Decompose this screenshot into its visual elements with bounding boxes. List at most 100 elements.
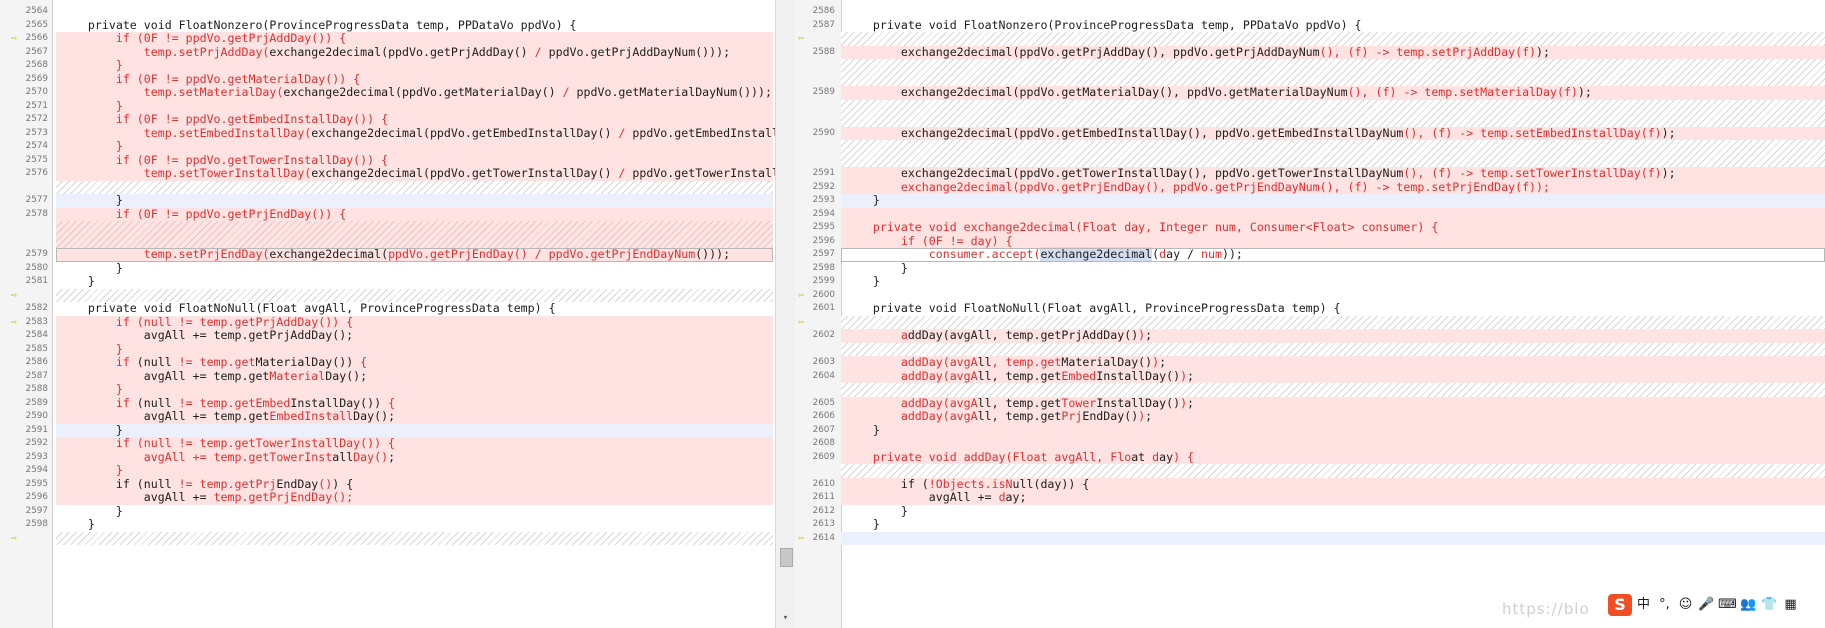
code-line[interactable]: temp.setPrjAddDay(exchange2decimal(ppdVo… — [56, 45, 773, 59]
code-line[interactable]: addDay(avgAll, temp.getEmbedInstallDay()… — [841, 369, 1825, 383]
line-number: 2572 — [25, 114, 48, 124]
code-line[interactable]: avgAll += temp.getMaterialDay(); — [56, 369, 773, 383]
code-line[interactable]: avgAll += temp.getTowerInstallDay(); — [56, 450, 773, 464]
code-line[interactable]: temp.setEmbedInstallDay(exchange2decimal… — [56, 126, 775, 140]
diff-arrow-icon[interactable]: ⇦ — [798, 31, 809, 47]
line-number: 2590 — [812, 127, 835, 138]
line-number: 2598 — [812, 262, 835, 273]
code-line[interactable] — [841, 437, 1825, 451]
code-line[interactable]: exchange2decimal(ppdVo.getPrjAddDay(), p… — [841, 45, 1825, 59]
code-line[interactable]: if (null != temp.getTowerInstallDay()) { — [56, 436, 773, 451]
code-line[interactable] — [841, 289, 1825, 303]
code-line[interactable]: exchange2decimal(ppdVo.getTowerInstallDa… — [841, 166, 1825, 181]
code-line[interactable]: } — [841, 261, 1825, 276]
code-line[interactable]: temp.setPrjEndDay(exchange2decimal(ppdVo… — [56, 247, 773, 262]
code-line[interactable]: } — [841, 193, 1825, 208]
code-line[interactable]: if (null != temp.getPrjEndDay()) { — [56, 477, 773, 491]
right-diff-pane[interactable]: 2586 2587 ⇦ 2588 2589 2590 2591 2592 2593 2594 259… — [795, 0, 1825, 628]
code-line[interactable] — [56, 5, 773, 19]
code-line[interactable]: private void FloatNoNull(Float avgAll, P… — [56, 301, 773, 316]
line-number: 2594 — [812, 208, 835, 219]
code-line[interactable]: if (null != temp.getPrjAddDay()) { — [56, 315, 773, 329]
code-line[interactable]: private void FloatNoNull(Float avgAll, P… — [841, 301, 1825, 316]
code-line[interactable]: } — [56, 382, 773, 397]
ime-logo-icon[interactable]: S — [1608, 594, 1632, 616]
code-line[interactable]: } — [56, 274, 773, 289]
code-line[interactable]: } — [56, 423, 773, 437]
code-line[interactable]: if (0F != ppdVo.getPrjEndDay()) { — [56, 207, 773, 221]
ime-skin-icon[interactable]: 👕 — [1760, 595, 1779, 615]
code-line[interactable]: avgAll += temp.getPrjEndDay(); — [56, 490, 773, 505]
code-line-text: addDay(avgAll, temp.getPrjEndDay()); — [841, 409, 1825, 424]
code-line[interactable]: temp.setMaterialDay(exchange2decimal(ppd… — [56, 85, 773, 100]
code-line[interactable]: temp.setTowerInstallDay(exchange2decimal… — [56, 166, 775, 181]
code-line[interactable]: exchange2decimal(ppdVo.getEmbedInstallDa… — [841, 126, 1825, 140]
code-line[interactable]: private void exchange2decimal(Float day,… — [841, 220, 1825, 235]
code-line[interactable]: avgAll += temp.getPrjAddDay(); — [56, 328, 773, 343]
code-line[interactable]: } — [56, 517, 773, 532]
left-placeholder-gap — [56, 531, 773, 545]
code-line[interactable]: avgAll += day; — [841, 490, 1825, 505]
ime-emoji-icon[interactable]: ☺ — [1676, 595, 1695, 615]
code-line[interactable]: } — [56, 342, 773, 356]
code-line[interactable]: } — [56, 193, 773, 208]
pane-divider-scrollbar[interactable]: ▾ — [775, 0, 797, 628]
code-line[interactable]: if (0F != ppdVo.getPrjAddDay()) { — [56, 31, 773, 46]
ime-punctuation-button[interactable]: °, — [1655, 595, 1674, 615]
code-line[interactable]: } — [841, 504, 1825, 519]
right-placeholder-gap — [841, 99, 1825, 127]
ime-toolbar[interactable]: S 中 °, ☺ 🎤 ⌨ 👥 👕 ▦ — [1608, 592, 1816, 618]
code-line[interactable]: addDay(avgAll, temp.getPrjAddDay()); — [841, 328, 1825, 343]
code-line-text — [841, 531, 1825, 545]
left-diff-pane[interactable]: 2564 2565 2566 ⇨ 2567 2568 2569 2570 2571 2572 257… — [0, 0, 775, 628]
ime-chinese-mode-button[interactable]: 中 — [1634, 595, 1653, 615]
scrollbar-thumb[interactable] — [780, 548, 793, 567]
code-line[interactable]: addDay(avgAll, temp.getMaterialDay()); — [841, 355, 1825, 370]
code-line-text: consumer.accept(exchange2decimal(day / n… — [841, 247, 1825, 262]
diff-arrow-icon[interactable]: ⇦ — [798, 531, 809, 547]
code-line[interactable]: if (0F != ppdVo.getTowerInstallDay()) { — [56, 153, 773, 167]
scroll-down-arrow-icon[interactable]: ▾ — [780, 612, 791, 624]
code-line[interactable]: addDay(avgAll, temp.getPrjEndDay()); — [841, 409, 1825, 424]
code-line[interactable]: if (!Objects.isNull(day)) { — [841, 477, 1825, 491]
line-number: 2607 — [812, 424, 835, 435]
code-line[interactable]: exchange2decimal(ppdVo.getPrjEndDay(), p… — [841, 180, 1825, 194]
code-line[interactable]: } — [841, 517, 1825, 532]
code-line[interactable]: private void FloatNonzero(ProvinceProgre… — [56, 18, 773, 33]
code-line[interactable]: if (0F != ppdVo.getMaterialDay()) { — [56, 72, 773, 86]
code-line[interactable] — [841, 531, 1825, 545]
diff-arrow-icon[interactable]: ⇨ — [11, 31, 22, 47]
code-line[interactable]: private void FloatNonzero(ProvinceProgre… — [841, 18, 1825, 33]
code-line[interactable]: } — [841, 274, 1825, 289]
code-line[interactable]: if (null != temp.getEmbedInstallDay()) { — [56, 396, 773, 410]
code-line[interactable]: avgAll += temp.getEmbedInstallDay(); — [56, 409, 773, 424]
ime-microphone-icon[interactable]: 🎤 — [1697, 595, 1716, 615]
code-line[interactable]: consumer.accept(exchange2decimal(day / n… — [841, 247, 1825, 262]
code-line[interactable]: } — [56, 261, 773, 276]
code-line[interactable]: } — [56, 58, 773, 73]
diff-arrow-icon[interactable]: ⇨ — [11, 315, 22, 331]
diff-arrow-icon[interactable]: ⇨ — [11, 531, 22, 547]
code-line[interactable]: if (null != temp.getMaterialDay()) { — [56, 355, 773, 370]
code-line[interactable]: } — [841, 423, 1825, 437]
code-line[interactable]: if (0F != day) { — [841, 234, 1825, 248]
code-line[interactable] — [841, 5, 1825, 19]
code-line[interactable]: } — [56, 139, 773, 154]
ime-grid-icon[interactable]: ▦ — [1781, 595, 1800, 615]
code-line[interactable]: private void addDay(Float avgAll, Float … — [841, 450, 1825, 464]
code-line[interactable] — [841, 207, 1825, 221]
code-line[interactable]: exchange2decimal(ppdVo.getMaterialDay(),… — [841, 85, 1825, 100]
code-line[interactable]: } — [56, 99, 773, 113]
code-line[interactable]: } — [56, 463, 773, 478]
code-line[interactable]: } — [56, 504, 773, 519]
code-line-text: private void exchange2decimal(Float day,… — [841, 220, 1825, 235]
diff-arrow-icon[interactable]: ⇦ — [798, 315, 809, 331]
code-line-text: addDay(avgAll, temp.getMaterialDay()); — [841, 355, 1825, 370]
diff-arrow-icon[interactable]: ⇦ — [798, 288, 809, 304]
code-line[interactable]: if (0F != ppdVo.getEmbedInstallDay()) { — [56, 112, 773, 127]
ime-keyboard-icon[interactable]: ⌨ — [1718, 595, 1737, 615]
ime-user-icon[interactable]: 👥 — [1739, 595, 1758, 615]
diff-arrow-icon[interactable]: ⇨ — [11, 288, 22, 304]
line-number: 2588 — [812, 46, 835, 57]
code-line[interactable]: addDay(avgAll, temp.getTowerInstallDay()… — [841, 396, 1825, 410]
